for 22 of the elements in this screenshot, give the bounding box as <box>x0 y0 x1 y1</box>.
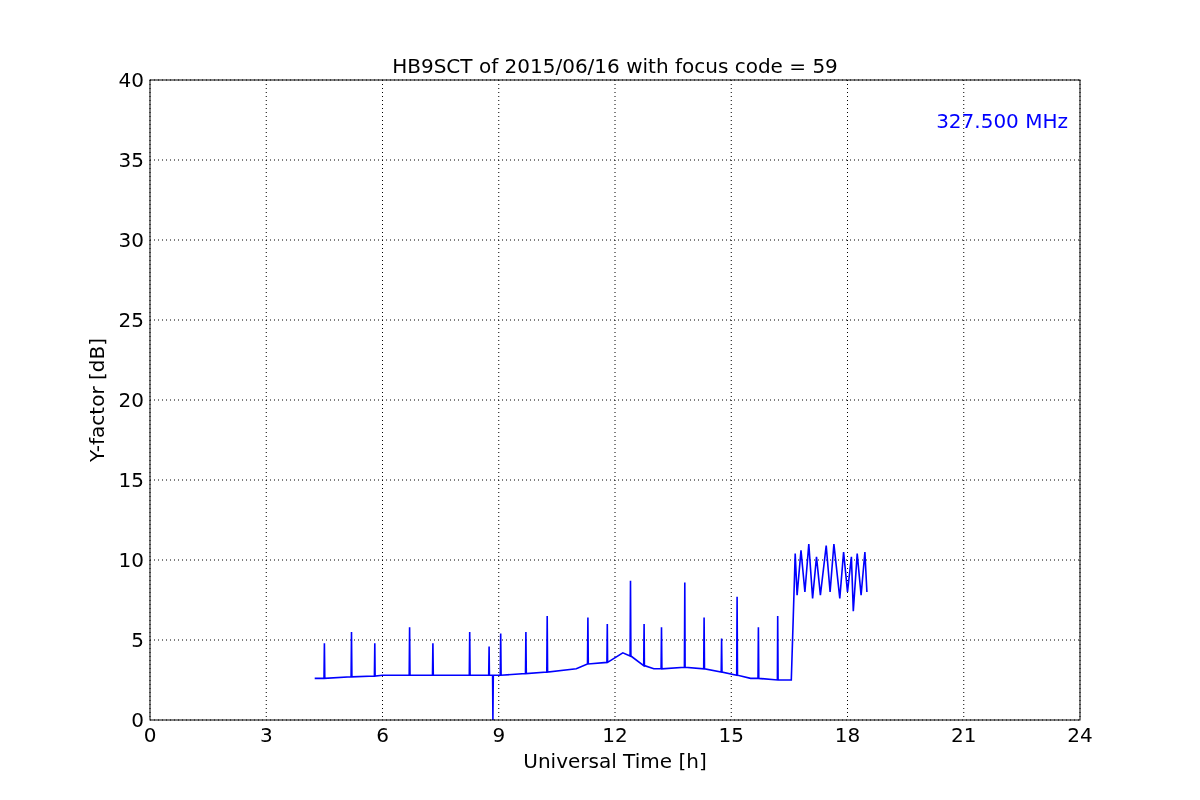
x-tick-label: 0 <box>143 723 157 747</box>
x-tick-label: 9 <box>492 723 506 747</box>
y-tick-label: 5 <box>131 628 144 652</box>
y-tick-label: 20 <box>118 388 144 412</box>
y-tick-label: 30 <box>118 228 144 252</box>
y-tick-label: 10 <box>118 548 144 572</box>
chart-title: HB9SCT of 2015/06/16 with focus code = 59 <box>392 54 838 78</box>
frequency-annotation: 327.500 MHz <box>936 109 1068 133</box>
x-tick-label: 12 <box>602 723 628 747</box>
x-tick-label: 15 <box>718 723 744 747</box>
y-tick-label: 15 <box>118 468 144 492</box>
y-tick-label: 40 <box>118 68 144 92</box>
y-tick-label: 35 <box>118 148 144 172</box>
x-axis-label: Universal Time [h] <box>523 749 707 773</box>
x-tick-label: 24 <box>1067 723 1093 747</box>
y-tick-label: 25 <box>118 308 144 332</box>
x-tick-label: 3 <box>259 723 273 747</box>
y-tick-label: 0 <box>131 708 144 732</box>
y-axis-label: Y-factor [dB] <box>85 338 109 462</box>
x-tick-label: 21 <box>951 723 977 747</box>
x-tick-label: 18 <box>834 723 861 747</box>
x-tick-label: 6 <box>376 723 389 747</box>
